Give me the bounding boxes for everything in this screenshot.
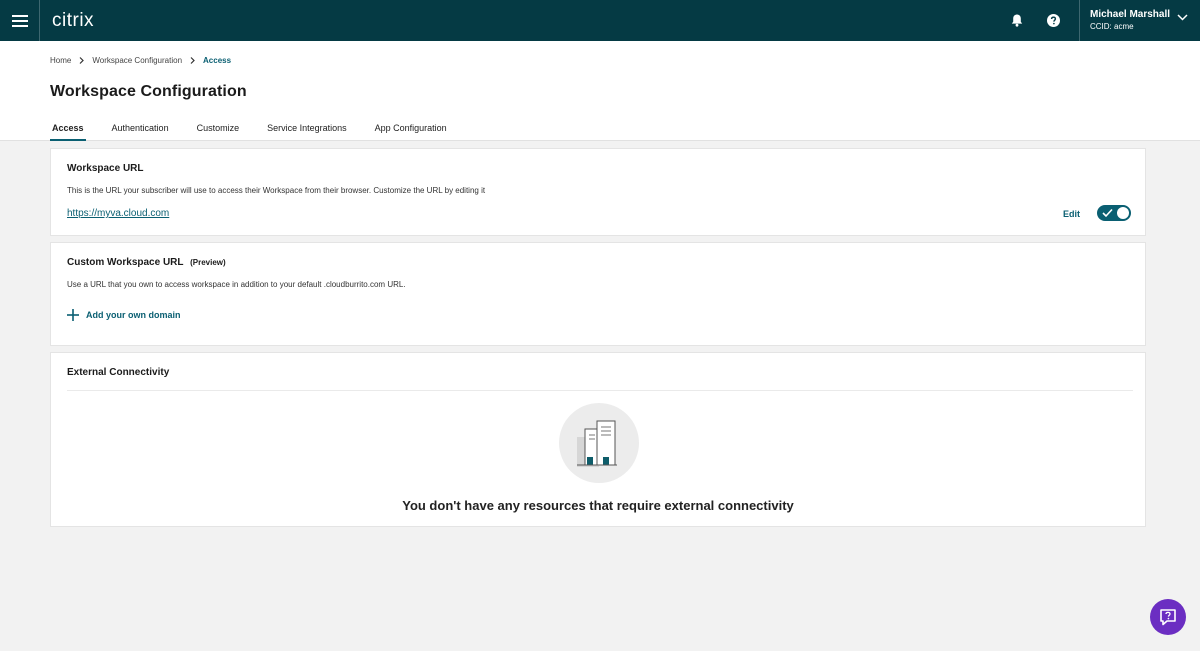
help-button[interactable] xyxy=(1035,0,1071,41)
tab-authentication[interactable]: Authentication xyxy=(110,123,171,141)
user-ccid: CCID: acme xyxy=(1090,22,1134,31)
empty-state-message: You don't have any resources that requir… xyxy=(402,498,794,513)
menu-button[interactable] xyxy=(0,0,40,41)
user-menu[interactable]: Michael Marshall CCID: acme xyxy=(1079,0,1200,41)
top-bar: citrix Michael Marshall CCID: acme xyxy=(0,0,1200,41)
card-divider xyxy=(67,390,1133,391)
external-connectivity-title: External Connectivity xyxy=(67,367,170,378)
breadcrumb: Home Workspace Configuration Access xyxy=(50,56,231,65)
empty-state-illustration xyxy=(559,403,639,483)
workspace-url-title: Workspace URL xyxy=(67,163,144,174)
workspace-url-description: This is the URL your subscriber will use… xyxy=(67,186,486,195)
tab-customize[interactable]: Customize xyxy=(195,123,242,141)
chat-help-icon xyxy=(1160,609,1176,626)
assistant-fab-button[interactable] xyxy=(1150,599,1186,635)
custom-url-description: Use a URL that you own to access workspa… xyxy=(67,280,406,289)
server-building-icon xyxy=(577,420,617,467)
toggle-knob xyxy=(1117,207,1129,219)
custom-workspace-url-card: Custom Workspace URL (Preview) Use a URL… xyxy=(50,242,1146,346)
page-header: Home Workspace Configuration Access Work… xyxy=(0,41,1200,141)
breadcrumb-workspace-configuration[interactable]: Workspace Configuration xyxy=(92,56,182,65)
preview-badge: (Preview) xyxy=(190,258,226,267)
breadcrumb-current: Access xyxy=(203,56,232,65)
workspace-url-card: Workspace URL This is the URL your subsc… xyxy=(50,148,1146,236)
citrix-logo[interactable]: citrix xyxy=(52,10,94,32)
tab-bar: Access Authentication Customize Service … xyxy=(50,123,473,141)
question-circle-icon xyxy=(1046,14,1060,27)
workspace-url-toggle[interactable] xyxy=(1097,205,1131,221)
user-name: Michael Marshall xyxy=(1090,9,1171,20)
plus-icon xyxy=(67,309,79,321)
edit-button[interactable]: Edit xyxy=(1063,209,1080,219)
bell-icon xyxy=(1011,14,1023,27)
notifications-button[interactable] xyxy=(999,0,1035,41)
add-domain-button[interactable]: Add your own domain xyxy=(67,309,181,321)
add-domain-label: Add your own domain xyxy=(86,310,181,320)
custom-url-title-row: Custom Workspace URL (Preview) xyxy=(67,257,226,268)
tab-app-configuration[interactable]: App Configuration xyxy=(373,123,449,141)
tab-service-integrations[interactable]: Service Integrations xyxy=(265,123,349,141)
external-connectivity-card: External Connectivity You don't have any… xyxy=(50,352,1146,527)
custom-url-title: Custom Workspace URL xyxy=(67,257,184,268)
chevron-right-icon xyxy=(190,57,195,64)
checkmark-icon xyxy=(1102,208,1113,218)
breadcrumb-home[interactable]: Home xyxy=(50,56,71,65)
tab-access[interactable]: Access xyxy=(50,123,86,141)
page-title: Workspace Configuration xyxy=(50,83,247,100)
hamburger-icon xyxy=(11,14,28,27)
chevron-right-icon xyxy=(79,57,85,64)
workspace-url-link[interactable]: https://myva.cloud.com xyxy=(67,208,169,219)
chevron-down-icon xyxy=(1177,14,1188,21)
